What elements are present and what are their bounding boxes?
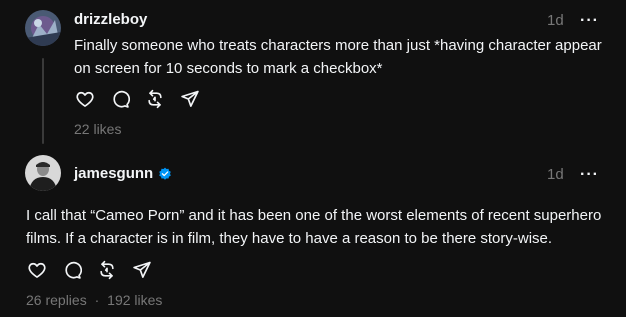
- post-stats: 26 replies · 192 likes: [26, 292, 162, 308]
- heart-icon[interactable]: [75, 89, 95, 109]
- likes-count[interactable]: 192 likes: [107, 292, 162, 308]
- comment-text-line: Finally someone who treats characters mo…: [74, 37, 602, 54]
- action-bar: [27, 260, 152, 280]
- post-time: 1d: [547, 12, 564, 29]
- share-icon[interactable]: [180, 89, 200, 109]
- likes-label: 22 likes: [74, 121, 122, 137]
- comment-text: Finally someone who treats characters mo…: [74, 34, 614, 80]
- verified-icon: [158, 167, 172, 181]
- username-label: drizzleboy: [74, 11, 148, 28]
- username-label: jamesgunn: [74, 165, 154, 182]
- likes-count[interactable]: 22 likes: [74, 121, 121, 137]
- avatar-drizzleboy[interactable]: [25, 10, 61, 46]
- username-jamesgunn[interactable]: jamesgunn: [74, 165, 172, 182]
- share-icon[interactable]: [132, 260, 152, 280]
- action-bar: [75, 89, 200, 109]
- heart-icon[interactable]: [27, 260, 47, 280]
- comment-text-line: I call that “Cameo Porn” and it has been…: [26, 207, 602, 224]
- thread-line: [42, 58, 44, 144]
- repost-icon[interactable]: [145, 89, 165, 109]
- comment-text-line: on screen for 10 seconds to mark a check…: [74, 60, 383, 77]
- avatar-image: [25, 155, 61, 191]
- avatar-image: [25, 10, 61, 46]
- repost-icon[interactable]: [97, 260, 117, 280]
- more-icon[interactable]: ···: [580, 13, 599, 29]
- replies-count[interactable]: 26 replies: [26, 292, 87, 308]
- stats-separator: ·: [94, 292, 100, 308]
- more-icon[interactable]: ···: [580, 167, 599, 183]
- comment-drizzleboy: drizzleboy 1d ··· Finally someone who tr…: [0, 0, 626, 150]
- comment-icon[interactable]: [62, 260, 82, 280]
- post-time: 1d: [547, 166, 564, 183]
- comment-text-line: films. If a character is in film, they h…: [26, 230, 553, 247]
- comment-text: I call that “Cameo Porn” and it has been…: [26, 204, 616, 250]
- comment-jamesgunn: jamesgunn 1d ··· I call that “Cameo Porn…: [0, 150, 626, 317]
- comment-icon[interactable]: [110, 89, 130, 109]
- avatar-jamesgunn[interactable]: [25, 155, 61, 191]
- username-drizzleboy[interactable]: drizzleboy: [74, 11, 147, 28]
